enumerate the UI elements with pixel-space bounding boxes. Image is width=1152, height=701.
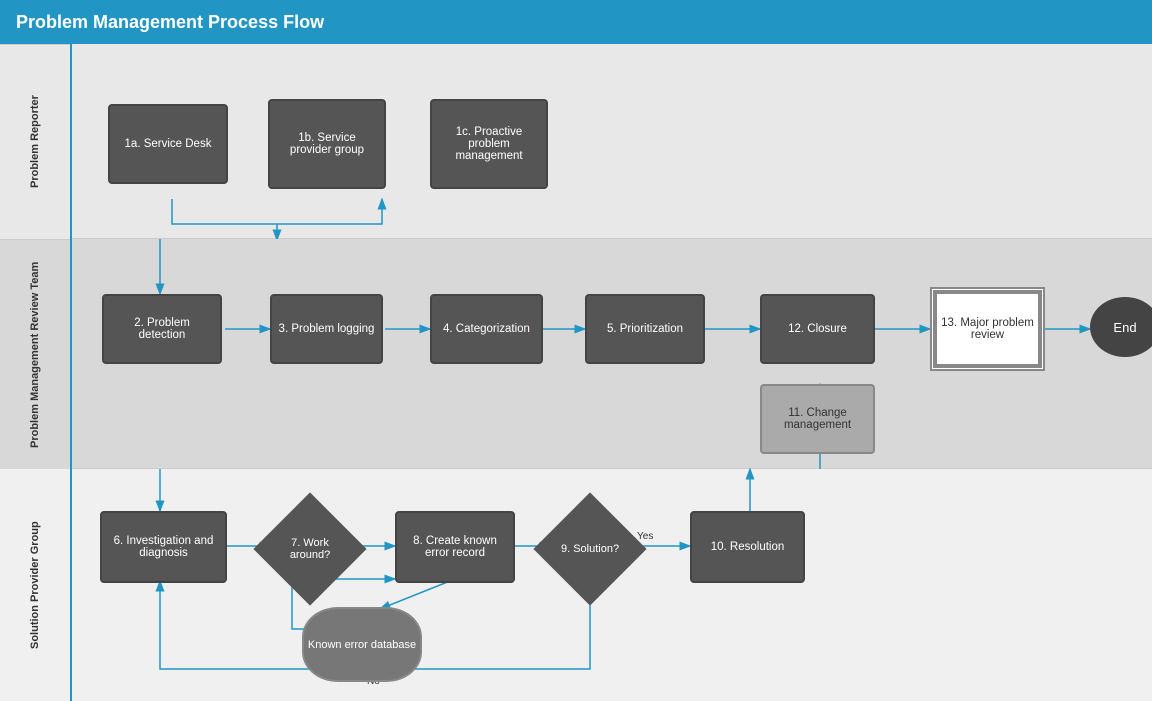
node-7: 7. Work around? xyxy=(253,492,366,605)
lane-row-3: Yes No 6. Investigation and diagnosis 7.… xyxy=(72,469,1152,701)
lane-label-2: Problem Management Review Team xyxy=(0,239,70,469)
node-13: 13. Major problem review xyxy=(930,287,1045,371)
node-10: 10. Resolution xyxy=(690,511,805,583)
node-2: 2. Problem detection xyxy=(102,294,222,364)
diagram-area: 1a. Service Desk 1b. Service provider gr… xyxy=(72,44,1152,701)
page-title: Problem Management Process Flow xyxy=(16,12,324,33)
node-1b: 1b. Service provider group xyxy=(268,99,386,189)
node-3: 3. Problem logging xyxy=(270,294,383,364)
node-6: 6. Investigation and diagnosis xyxy=(100,511,227,583)
lane-labels: Problem Reporter Problem Management Revi… xyxy=(0,44,72,701)
node-11: 11. Change management xyxy=(760,384,875,454)
lane-row-2: 2. Problem detection 3. Problem logging … xyxy=(72,239,1152,469)
title-bar: Problem Management Process Flow xyxy=(0,0,1152,44)
svg-text:Yes: Yes xyxy=(637,531,653,542)
node-9: 9. Solution? xyxy=(533,492,646,605)
main-content: Problem Reporter Problem Management Revi… xyxy=(0,44,1152,701)
node-8: 8. Create known error record xyxy=(395,511,515,583)
node-1a: 1a. Service Desk xyxy=(108,104,228,184)
node-end: End xyxy=(1090,297,1152,357)
lane-label-1: Problem Reporter xyxy=(0,44,70,239)
lane-label-3: Solution Provider Group xyxy=(0,469,70,701)
node-12: 12. Closure xyxy=(760,294,875,364)
node-kedb: Known error database xyxy=(302,607,422,682)
node-4: 4. Categorization xyxy=(430,294,543,364)
lane3-arrows: Yes No xyxy=(72,469,1152,701)
lane1-arrows xyxy=(72,44,1152,238)
node-5: 5. Prioritization xyxy=(585,294,705,364)
node-1c: 1c. Proactive problem management xyxy=(430,99,548,189)
lane-row-1: 1a. Service Desk 1b. Service provider gr… xyxy=(72,44,1152,239)
